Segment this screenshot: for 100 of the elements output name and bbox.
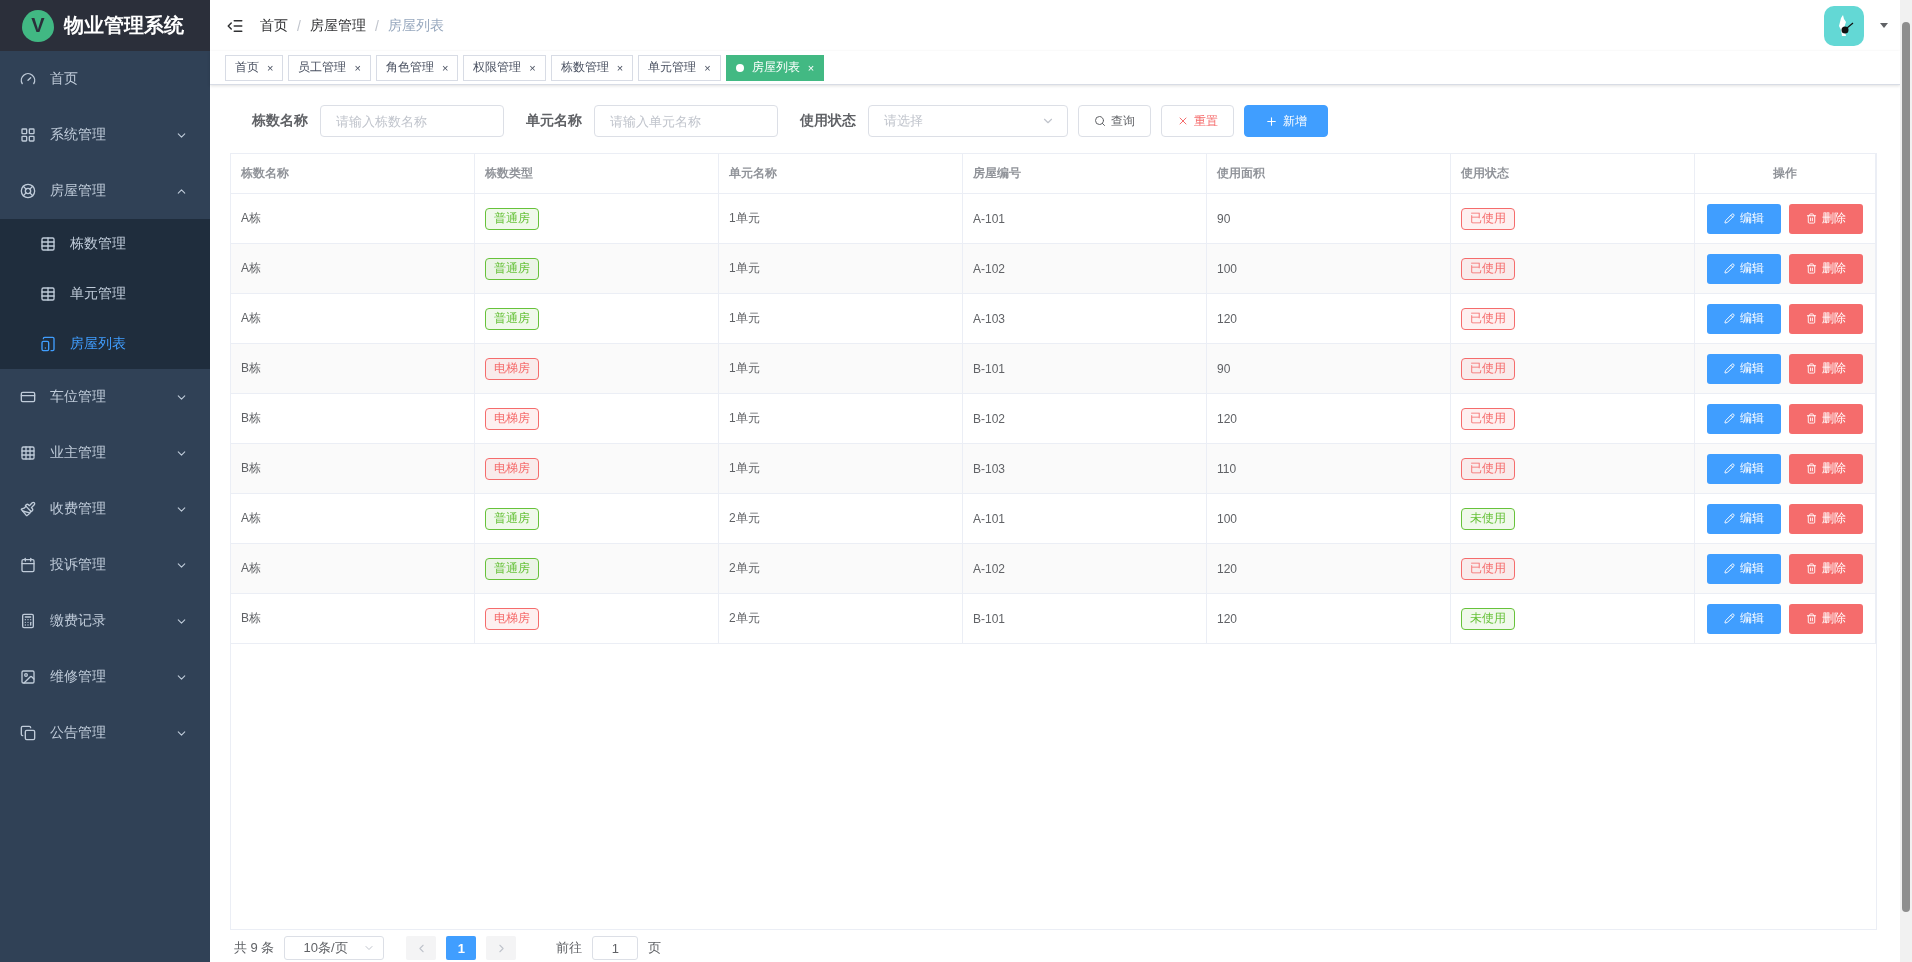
page-tab[interactable]: 单元管理 ×	[638, 54, 721, 81]
breadcrumb-item[interactable]: 首页	[260, 16, 288, 35]
page-tab[interactable]: 角色管理 ×	[375, 54, 459, 81]
table-cell: 100	[1207, 494, 1451, 544]
goto-label: 前往	[556, 939, 583, 957]
table-cell: B栋	[231, 444, 475, 494]
status-tag: 已使用	[1461, 307, 1515, 330]
sidebar-subitem[interactable]: 栋数管理	[0, 219, 210, 269]
table-cell: A-101	[963, 194, 1207, 244]
trash-icon	[1806, 413, 1817, 424]
page-tab[interactable]: 权限管理 ×	[463, 54, 546, 81]
app-title: 物业管理系统	[64, 13, 184, 38]
table-cell: B栋	[231, 344, 475, 394]
sidebar-item[interactable]: 首页	[0, 51, 210, 107]
table-cell: A-102	[963, 544, 1207, 594]
table-cell: B栋	[231, 394, 475, 444]
search-icon	[1094, 115, 1106, 127]
pencil-icon	[1724, 263, 1735, 274]
input-field[interactable]: 请输入单元名称	[594, 105, 778, 137]
breadcrumb-item[interactable]: 房屋管理	[309, 16, 366, 35]
card-icon	[20, 389, 36, 405]
trash-icon	[1806, 263, 1817, 274]
page-tab[interactable]: 首页 ×	[225, 54, 284, 81]
close-icon[interactable]: ×	[529, 61, 536, 74]
sidebar-item[interactable]: 车位管理	[0, 369, 210, 425]
table-cell: 120	[1207, 394, 1451, 444]
page-tab[interactable]: 栋数管理 ×	[550, 54, 634, 81]
table-cell: 1单元	[719, 394, 963, 444]
sidebar-item[interactable]: 系统管理	[0, 107, 210, 163]
page-suffix: 页	[648, 939, 662, 957]
table-cell: 120	[1207, 294, 1451, 344]
filter-label: 单元名称	[526, 112, 582, 130]
table-cell: 1单元	[719, 294, 963, 344]
breadcrumb-separator: /	[297, 17, 301, 34]
type-tag: 普通房	[485, 507, 539, 530]
table-cell: A-102	[963, 244, 1207, 294]
table-cell: 1单元	[719, 244, 963, 294]
table-cell: B栋	[231, 594, 475, 644]
brush-icon	[20, 501, 36, 517]
status-tag: 已使用	[1461, 557, 1515, 580]
sidebar-item[interactable]: 公告管理	[0, 705, 210, 761]
sidebar-item[interactable]: 维修管理	[0, 649, 210, 705]
sidebar-subitem[interactable]: 单元管理	[0, 269, 210, 319]
close-icon[interactable]: ×	[704, 61, 711, 74]
close-icon[interactable]: ×	[616, 61, 624, 74]
grid-icon	[20, 127, 36, 143]
table-cell: 2单元	[719, 494, 963, 544]
type-tag: 普通房	[485, 307, 539, 330]
sidebar-item[interactable]: 缴费记录	[0, 593, 210, 649]
table-cell: A栋	[231, 544, 475, 594]
breadcrumb-item: 房屋列表	[387, 16, 444, 35]
table-cell: B-102	[963, 394, 1207, 444]
status-tag: 未使用	[1461, 607, 1515, 630]
table-cell: 1单元	[719, 344, 963, 394]
table-cell: 1单元	[719, 444, 963, 494]
sidebar-item[interactable]: 收费管理	[0, 481, 210, 537]
scrollbar[interactable]	[1900, 0, 1912, 962]
calculator-icon	[20, 613, 36, 629]
copy-icon	[20, 725, 36, 741]
status-tag: 已使用	[1461, 207, 1515, 230]
pencil-icon	[1724, 513, 1735, 524]
type-tag: 电梯房	[485, 607, 539, 630]
table-cell: 110	[1207, 444, 1451, 494]
pencil-icon	[1724, 413, 1735, 424]
input-field[interactable]: 请输入栋数名称	[320, 105, 504, 137]
sidebar-item[interactable]: 房屋管理	[0, 163, 210, 219]
page-size-select[interactable]: 10条/页	[284, 936, 385, 960]
type-tag: 普通房	[485, 557, 539, 580]
table-cell: 90	[1207, 344, 1451, 394]
type-tag: 电梯房	[485, 407, 539, 430]
trash-icon	[1806, 613, 1817, 624]
trash-icon	[1806, 563, 1817, 574]
avatar[interactable]	[1824, 5, 1864, 46]
plus-icon	[1265, 114, 1278, 128]
close-icon[interactable]: ×	[441, 61, 449, 74]
status-tag: 已使用	[1461, 407, 1515, 430]
sidebar-item[interactable]: 业主管理	[0, 425, 210, 481]
pencil-icon	[1724, 563, 1735, 574]
table-cell: 1单元	[719, 194, 963, 244]
table-icon	[40, 286, 56, 302]
pencil-icon	[1724, 313, 1735, 324]
close-icon[interactable]: ×	[267, 61, 274, 74]
table-cell: 120	[1207, 594, 1451, 644]
page-input[interactable]: 1	[592, 936, 639, 960]
total-count: 共 9 条	[234, 939, 275, 957]
table-cell: B-103	[963, 444, 1207, 494]
search-button[interactable]: 查询	[1078, 105, 1151, 137]
close-icon[interactable]: ×	[354, 61, 361, 74]
page-tab[interactable]: 员工管理 ×	[288, 54, 371, 81]
table-cell: A栋	[231, 494, 475, 544]
sidebar-item[interactable]: 投诉管理	[0, 537, 210, 593]
calendar-icon	[20, 557, 36, 573]
type-tag: 电梯房	[485, 357, 539, 380]
caret-icon[interactable]	[1880, 22, 1888, 29]
pencil-icon	[1724, 363, 1735, 374]
type-tag: 普通房	[485, 257, 539, 280]
trash-icon	[1806, 363, 1817, 374]
table-cell: 90	[1207, 194, 1451, 244]
filter-label: 栋数名称	[252, 112, 308, 130]
sidebar-subitem[interactable]: 房屋列表	[0, 319, 210, 369]
